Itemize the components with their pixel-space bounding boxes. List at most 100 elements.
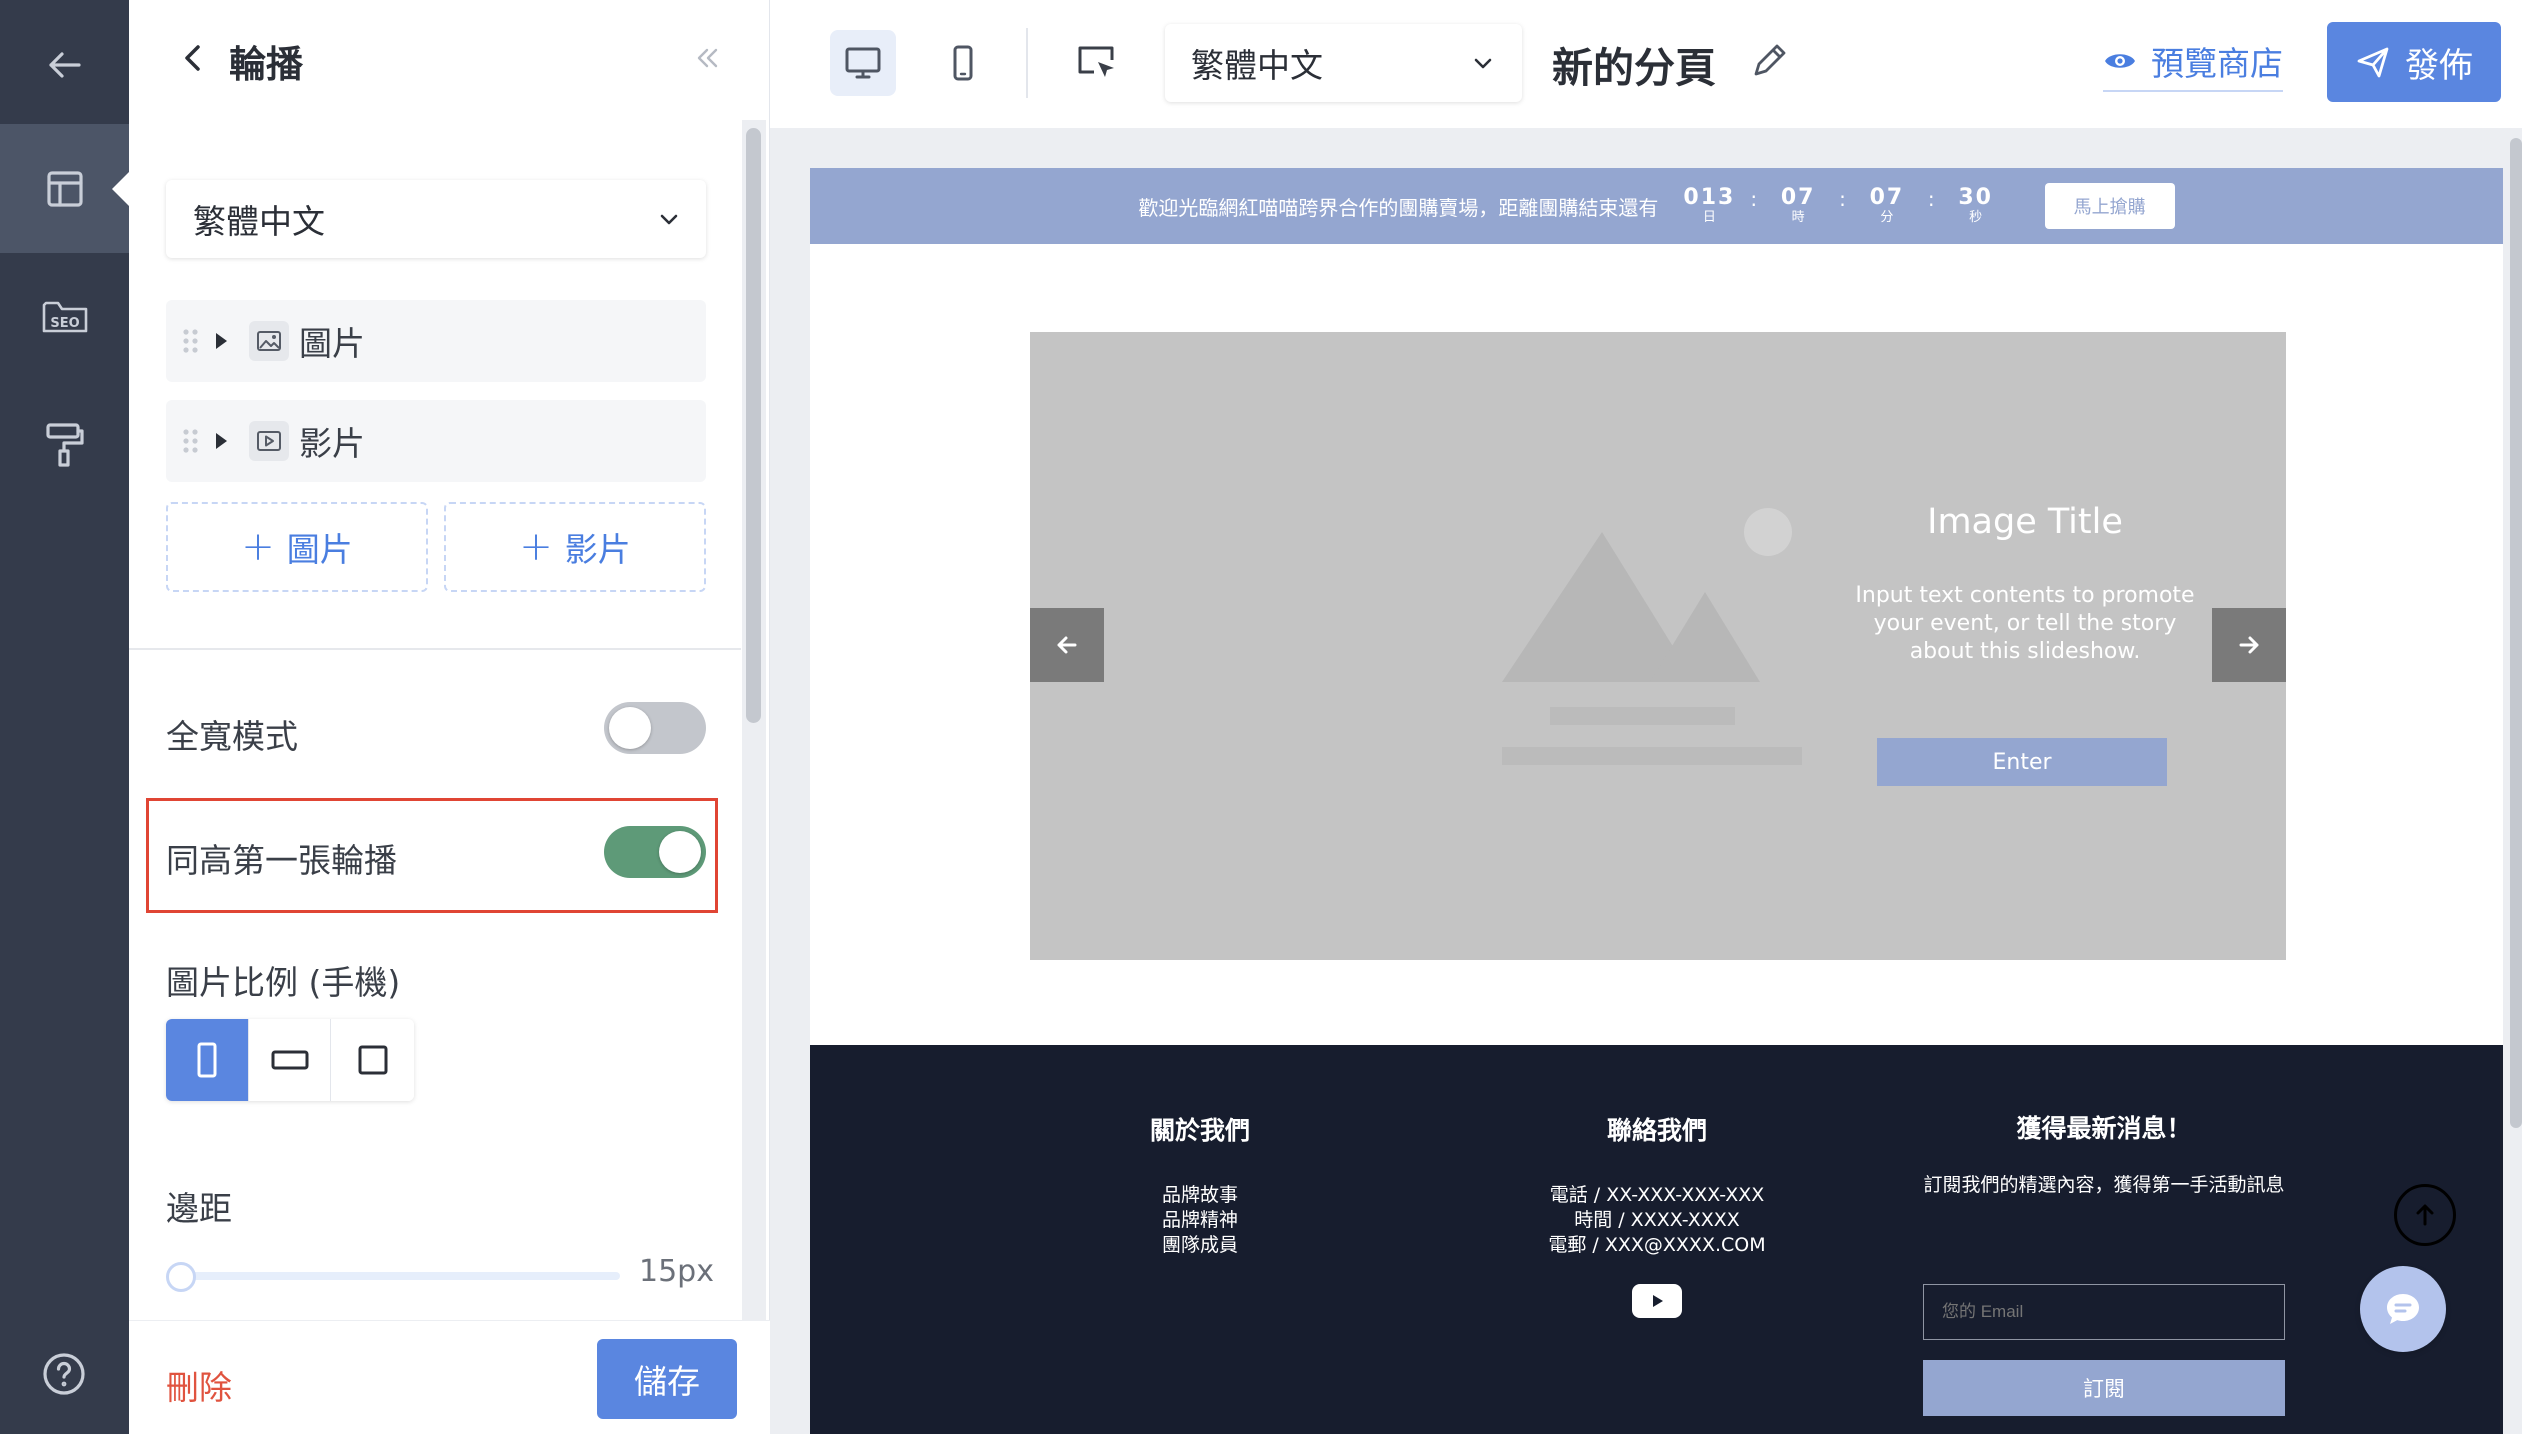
site-footer: 關於我們 品牌故事 品牌精神 團隊成員 聯絡我們 電話 / XX-XXX-XXX… — [810, 1045, 2503, 1434]
slide-title: Image Title — [1927, 502, 2123, 542]
landscape-rect-icon — [271, 1050, 308, 1070]
chevron-left-icon[interactable] — [173, 38, 213, 78]
countdown-value: 07 — [1780, 185, 1816, 210]
topbar-language-select[interactable]: 繁體中文 — [1165, 24, 1522, 102]
canvas-scrollbar[interactable] — [2510, 138, 2522, 1128]
preview-store-link[interactable]: 預覽商店 — [2103, 36, 2283, 92]
countdown-value: 013 — [1683, 185, 1736, 210]
seo-nav-button[interactable]: SEO — [0, 252, 129, 381]
footer-link[interactable]: 品牌精神 — [1100, 1208, 1300, 1233]
toggle-knob — [609, 707, 651, 749]
ratio-portrait-button[interactable] — [166, 1019, 249, 1101]
carousel-prev-button[interactable] — [1030, 608, 1104, 682]
back-arrow-icon — [48, 51, 81, 78]
mobile-view-button[interactable] — [930, 30, 996, 96]
ratio-landscape-button[interactable] — [248, 1019, 332, 1101]
help-button[interactable] — [40, 1350, 88, 1398]
slide-item-video[interactable]: 影片 — [166, 400, 706, 482]
delete-button[interactable]: 刪除 — [166, 1361, 232, 1409]
arrow-right-icon — [2239, 636, 2259, 654]
countdown-value: 07 — [1869, 185, 1905, 210]
theme-nav-button[interactable] — [0, 380, 129, 509]
footer-news-text: 訂閱我們的精選內容，獲得第一手活動訊息 — [1923, 1174, 2285, 1196]
editor-topbar: 繁體中文 新的分頁 預覽商店 發佈 — [770, 0, 2522, 128]
arrow-left-icon — [1057, 636, 1077, 654]
margin-slider-track[interactable] — [174, 1272, 620, 1280]
add-video-button[interactable]: + 影片 — [444, 502, 706, 592]
double-chevron-left-icon[interactable] — [689, 40, 725, 76]
add-image-label: 圖片 — [286, 530, 353, 569]
footer-link[interactable]: 品牌故事 — [1100, 1183, 1300, 1208]
page-name: 新的分頁 — [1552, 44, 1716, 92]
panel-language-select[interactable]: 繁體中文 — [166, 180, 706, 258]
slide-item-image[interactable]: 圖片 — [166, 300, 706, 382]
full-width-toggle[interactable] — [604, 702, 706, 754]
plus-icon: + — [519, 524, 553, 570]
portrait-rect-icon — [197, 1042, 217, 1078]
countdown-days: 013 日 — [1680, 186, 1738, 226]
subscribe-button[interactable]: 訂閱 — [1923, 1360, 2285, 1416]
carousel-slide[interactable]: Image Title Input text contents to promo… — [1030, 332, 2286, 960]
left-rail: SEO — [0, 0, 129, 1434]
youtube-icon[interactable] — [1632, 1284, 1682, 1318]
announcement-bar: 歡迎光臨網紅喵喵跨界合作的團購賣場，距離團購結束還有 013 日 : 07 時 … — [810, 168, 2503, 244]
ratio-square-button[interactable] — [331, 1019, 414, 1101]
footer-link[interactable]: 團隊成員 — [1100, 1233, 1300, 1258]
image-icon — [249, 321, 289, 361]
desktop-icon — [845, 47, 881, 79]
same-height-toggle[interactable] — [604, 826, 706, 878]
panel-title: 輪播 — [229, 43, 303, 86]
publish-label: 發佈 — [2405, 45, 2473, 86]
countdown-label: 秒 — [1969, 210, 1983, 225]
desktop-view-button[interactable] — [830, 30, 896, 96]
footer-about-title: 關於我們 — [1149, 1116, 1250, 1145]
drag-handle-icon[interactable] — [180, 426, 202, 456]
preview-store-label: 預覽商店 — [2151, 44, 2283, 83]
contact-hours: 時間 / XXXX-XXXX — [1574, 1209, 1740, 1231]
image-ratio-selector — [166, 1019, 414, 1101]
panel-language-value: 繁體中文 — [193, 202, 325, 241]
newsletter-email-input[interactable] — [1923, 1284, 2285, 1340]
image-placeholder-icon — [1502, 508, 1802, 765]
image-ratio-label: 圖片比例 (手機) — [166, 963, 401, 1002]
toolbar-separator — [1026, 28, 1028, 98]
margin-value: 15px — [639, 1254, 714, 1289]
add-image-button[interactable]: + 圖片 — [166, 502, 428, 592]
contact-email: 電郵 / XXX@XXXX.COM — [1548, 1234, 1766, 1256]
buy-now-button[interactable]: 馬上搶購 — [2044, 183, 2175, 229]
footer-newsletter: 獲得最新消息！ 訂閱我們的精選內容，獲得第一手活動訊息 — [1923, 1109, 2285, 1200]
preview-canvas: 歡迎光臨網紅喵喵跨界合作的團購賣場，距離團購結束還有 013 日 : 07 時 … — [770, 128, 2522, 1434]
eye-icon — [2105, 54, 2135, 68]
announcement-text: 歡迎光臨網紅喵喵跨界合作的團購賣場，距離團購結束還有 — [1138, 195, 1659, 220]
countdown-value: 30 — [1958, 185, 1993, 210]
margin-label: 邊距 — [166, 1189, 232, 1228]
back-to-top-button[interactable] — [2394, 1184, 2456, 1246]
countdown-label: 日 — [1702, 210, 1716, 225]
countdown-colon: : — [1750, 187, 1758, 211]
margin-slider-handle[interactable] — [166, 1262, 196, 1292]
select-element-button[interactable] — [1064, 30, 1130, 96]
carousel-next-button[interactable] — [2212, 608, 2286, 682]
back-to-dashboard-button[interactable] — [0, 0, 129, 129]
publish-button[interactable]: 發佈 — [2327, 22, 2501, 102]
chevron-down-icon — [1474, 58, 1492, 69]
panel-scrollbar[interactable] — [746, 128, 761, 723]
slide-text: Input text contents to promote your even… — [1855, 583, 2195, 664]
countdown-label: 分 — [1880, 210, 1894, 225]
save-button[interactable]: 儲存 — [597, 1339, 737, 1419]
drag-handle-icon[interactable] — [180, 326, 202, 356]
expand-caret-icon[interactable] — [216, 433, 227, 449]
slide-item-label: 圖片 — [299, 324, 365, 363]
panel-footer: 刪除 儲存 — [129, 1320, 770, 1434]
footer-contact-title: 聯絡我們 — [1606, 1116, 1707, 1145]
chevron-down-icon — [660, 214, 678, 225]
chat-bubble-icon — [2387, 1294, 2419, 1324]
seo-folder-icon: SEO — [42, 301, 87, 332]
send-icon — [2357, 47, 2389, 78]
pencil-icon[interactable] — [1748, 40, 1790, 82]
paint-roller-icon — [45, 422, 84, 467]
expand-caret-icon[interactable] — [216, 333, 227, 349]
chat-button[interactable] — [2360, 1266, 2446, 1352]
layout-nav-button[interactable] — [0, 124, 129, 253]
slide-enter-button[interactable]: Enter — [1877, 738, 2167, 786]
